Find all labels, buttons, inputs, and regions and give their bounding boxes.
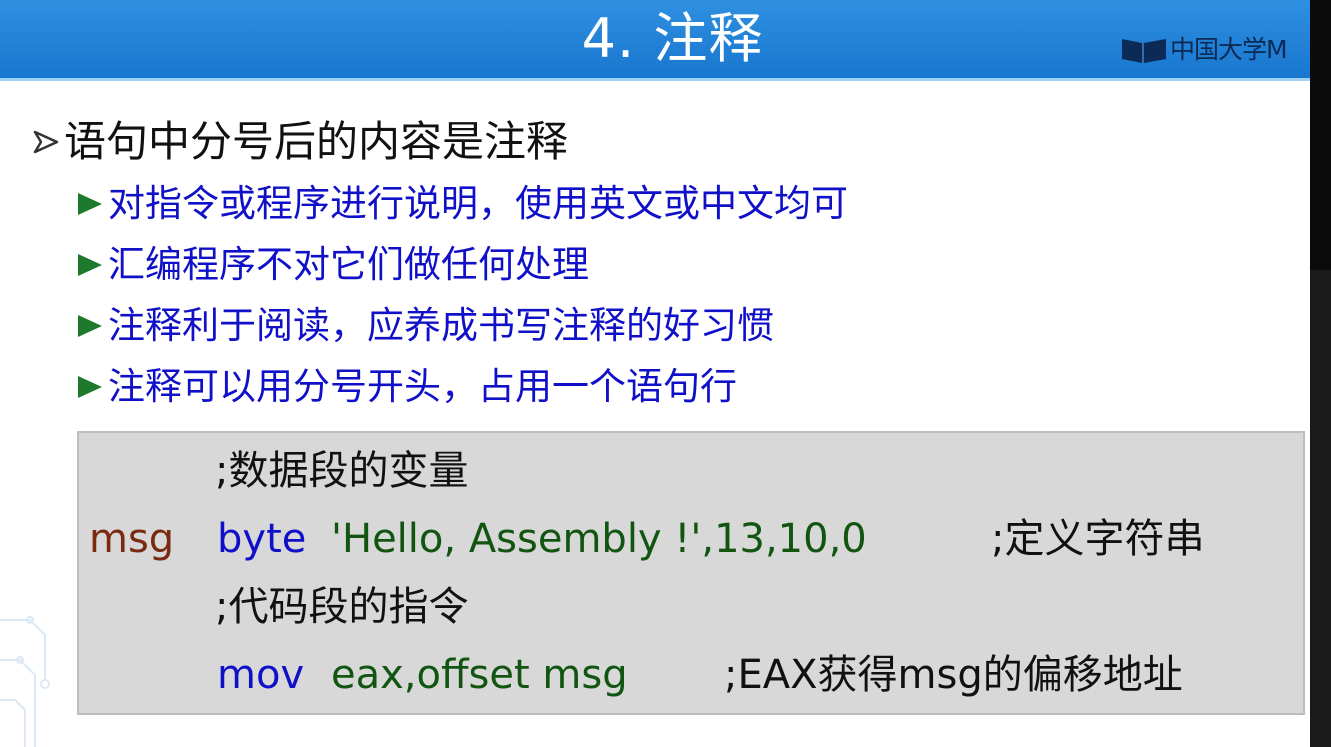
slide: 4. 注释 中国大学M 语句中分号后的内容是注释 对指令或程序进行说明，使用英文… — [0, 0, 1310, 747]
sub-bullet-text: 注释可以用分号开头，占用一个语句行 — [108, 365, 737, 408]
code-operand-eax: eax,offset msg — [331, 652, 628, 698]
sub-bullet-text: 汇编程序不对它们做任何处理 — [108, 243, 589, 286]
logo: 中国大学M — [1120, 34, 1288, 66]
code-comment-code-segment: ;代码段的指令 — [215, 584, 469, 630]
code-keyword-byte: byte — [217, 516, 307, 562]
sub-bullet-1: 对指令或程序进行说明，使用英文或中文均可 — [78, 178, 848, 230]
main-bullet-text: 语句中分号后的内容是注释 — [64, 117, 569, 166]
slide-title: 4. 注释 — [581, 7, 764, 70]
code-comment-eax-offset: ;EAX获得msg的偏移地址 — [724, 652, 1183, 698]
sub-bullet-2: 汇编程序不对它们做任何处理 — [78, 239, 589, 291]
code-comment-define-string: ;定义字符串 — [991, 516, 1205, 562]
sub-bullet-4: 注释可以用分号开头，占用一个语句行 — [78, 361, 737, 413]
triangle-bullet-icon — [78, 254, 102, 276]
triangle-bullet-icon — [78, 315, 102, 337]
sub-bullet-text: 对指令或程序进行说明，使用英文或中文均可 — [108, 182, 848, 225]
logo-text: 中国大学M — [1170, 35, 1288, 64]
triangle-bullet-icon — [78, 193, 102, 215]
scrollbar-thumb[interactable] — [1310, 0, 1331, 270]
code-operand-string: 'Hello, Assembly !',13,10,0 — [331, 516, 867, 562]
open-arrow-bullet-icon — [33, 130, 59, 154]
code-comment-data-segment: ;数据段的变量 — [215, 448, 469, 494]
sub-bullet-text: 注释利于阅读，应养成书写注释的好习惯 — [108, 304, 774, 347]
side-scrollbar[interactable] — [1310, 0, 1331, 747]
slide-header: 4. 注释 中国大学M — [0, 0, 1310, 81]
triangle-bullet-icon — [78, 376, 102, 398]
book-logo-icon — [1122, 39, 1166, 63]
circuit-decoration-icon — [0, 616, 50, 747]
code-block: ;数据段的变量 msg byte 'Hello, Assembly !',13,… — [77, 431, 1305, 715]
main-bullet: 语句中分号后的内容是注释 — [32, 112, 568, 172]
sub-bullet-3: 注释利于阅读，应养成书写注释的好习惯 — [78, 300, 774, 352]
code-label-msg: msg — [89, 516, 175, 562]
code-keyword-mov: mov — [217, 652, 305, 698]
